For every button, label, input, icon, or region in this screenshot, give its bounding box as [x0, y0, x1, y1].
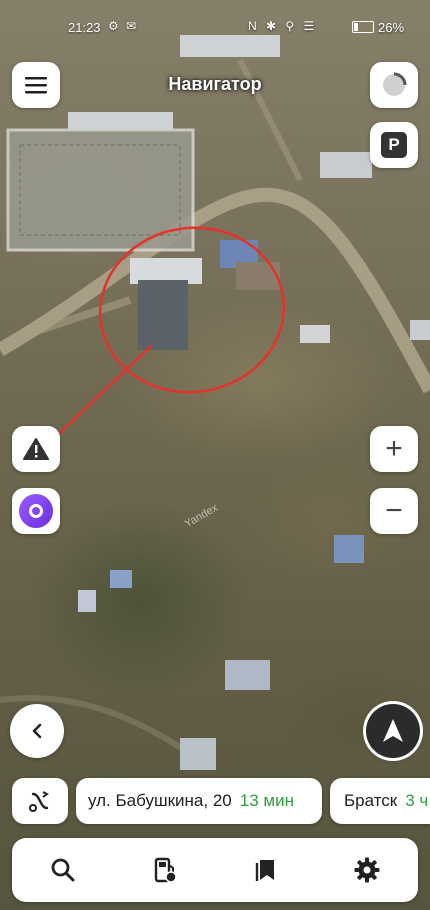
warning-icon — [23, 438, 49, 460]
route-suggestion-bratsk[interactable]: Братск 3 ч — [330, 778, 430, 824]
search-button[interactable] — [38, 845, 88, 895]
locate-me-button[interactable] — [366, 704, 420, 758]
status-bar: 21:23 ⚙ ✉ N ✱ ⚲ ☰ 26% — [0, 0, 430, 46]
alice-button[interactable] — [12, 488, 60, 534]
notification-icons: ⚙ ✉ — [108, 19, 139, 33]
fuel-button[interactable] — [139, 845, 189, 895]
parking-label: P — [388, 135, 400, 154]
road-events-button[interactable] — [12, 426, 60, 472]
back-button[interactable] — [10, 704, 64, 758]
parking-button[interactable]: P — [370, 122, 418, 168]
bottom-toolbar — [12, 838, 418, 902]
bookmark-icon — [255, 860, 274, 881]
zoom-out-button[interactable]: − — [370, 488, 418, 534]
settings-button[interactable] — [342, 845, 392, 895]
minus-icon: − — [385, 494, 403, 527]
layers-button[interactable] — [370, 62, 418, 108]
zoom-in-button[interactable]: + — [370, 426, 418, 472]
connectivity-icons: N ✱ ⚲ ☰ — [248, 19, 318, 33]
route-address: Братск — [344, 791, 398, 810]
traffic-spinner-icon — [383, 72, 407, 96]
route-swap-icon — [29, 791, 49, 812]
plus-icon: + — [385, 432, 403, 465]
route-suggestion-home[interactable]: ул. Бабушкина, 20 13 мин — [76, 778, 322, 824]
chevron-left-icon — [32, 723, 42, 739]
route-eta: 13 мин — [239, 791, 294, 810]
battery-icon — [352, 21, 374, 33]
satellite-map[interactable]: Yandex — [0, 0, 430, 910]
gear-icon — [354, 857, 380, 883]
battery-percent: 26% — [378, 20, 405, 35]
parking-icon: P — [381, 132, 407, 158]
fuel-icon — [155, 857, 177, 883]
route-eta: 3 ч — [405, 791, 429, 810]
navigation-arrow-icon — [383, 719, 403, 742]
alice-icon — [19, 494, 53, 528]
bookmarks-button[interactable] — [241, 845, 291, 895]
battery-indicator: 26% — [352, 20, 404, 35]
page-title: Навигатор — [168, 74, 262, 94]
route-address: ул. Бабушкина, 20 — [88, 791, 232, 810]
map-features — [0, 35, 430, 770]
status-time: 21:23 — [68, 20, 101, 35]
search-icon — [51, 858, 75, 882]
route-shuffle-button[interactable] — [12, 778, 68, 824]
